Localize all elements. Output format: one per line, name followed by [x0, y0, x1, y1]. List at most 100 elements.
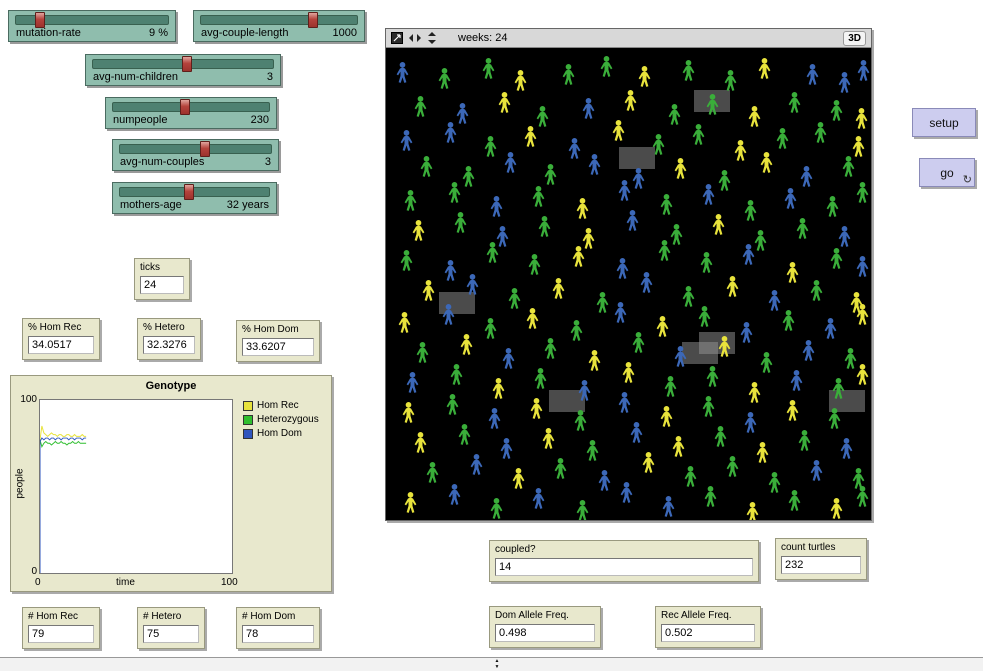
person-turtle: [589, 350, 601, 371]
person-turtle: [467, 274, 479, 295]
person-turtle: [463, 166, 475, 187]
slider-track[interactable]: [119, 187, 270, 197]
person-turtle: [783, 310, 795, 331]
person-turtle: [405, 190, 417, 211]
monitor-value: 34.0517: [28, 336, 94, 354]
monitor-label: count turtles: [781, 542, 861, 553]
person-turtle: [789, 92, 801, 113]
setup-button[interactable]: setup: [912, 108, 976, 137]
monitor-value: 75: [143, 625, 199, 643]
person-turtle: [801, 166, 813, 187]
person-turtle: [633, 332, 645, 353]
slider-avg-couple-length[interactable]: avg-couple-length1000: [193, 10, 365, 42]
person-turtle: [719, 170, 731, 191]
person-turtle: [641, 272, 653, 293]
slider-value: 1000: [333, 27, 357, 39]
person-turtle: [545, 164, 557, 185]
person-turtle: [621, 482, 633, 503]
slider-avg-num-children[interactable]: avg-num-children3: [85, 54, 281, 86]
legend-item-hom-rec: Hom Rec: [243, 400, 319, 411]
slider-track[interactable]: [119, 144, 272, 154]
plot-line: [40, 440, 86, 573]
person-turtle: [445, 122, 457, 143]
couple-box: [549, 390, 585, 412]
person-turtle: [613, 120, 625, 141]
person-turtle: [671, 224, 683, 245]
person-turtle: [485, 318, 497, 339]
person-turtle: [405, 492, 417, 513]
person-turtle: [665, 376, 677, 397]
monitor-count-turtles: count turtles 232: [775, 538, 867, 580]
person-turtle: [657, 316, 669, 337]
monitor-value: 33.6207: [242, 338, 314, 356]
go-button[interactable]: go ↻: [919, 158, 975, 187]
person-turtle: [757, 442, 769, 463]
slider-mothers-age[interactable]: mothers-age32 years: [112, 182, 277, 214]
view-tick-counter: weeks: 24: [458, 32, 508, 44]
person-turtle: [553, 278, 565, 299]
slider-track[interactable]: [92, 59, 274, 69]
person-turtle: [858, 60, 870, 81]
slider-track[interactable]: [112, 102, 270, 112]
person-turtle: [583, 98, 595, 119]
person-turtle: [599, 470, 611, 491]
person-turtle: [401, 130, 413, 151]
person-turtle: [503, 348, 515, 369]
slider-handle[interactable]: [184, 184, 194, 200]
person-turtle: [843, 156, 855, 177]
genotype-plot: Genotype 100 0 people 0 time 100 Hom Rec…: [10, 375, 332, 592]
splitter-grip-icon[interactable]: ▲▼: [489, 658, 505, 670]
monitor-num-hom-dom: # Hom Dom 78: [236, 607, 320, 649]
person-turtle: [533, 186, 545, 207]
monitor-value: 32.3276: [143, 336, 195, 354]
person-turtle: [663, 496, 675, 517]
monitor-pct-hom-dom: % Hom Dom 33.6207: [236, 320, 320, 362]
person-turtle: [851, 292, 863, 313]
monitor-label: # Hom Dom: [242, 611, 314, 622]
slider-handle[interactable]: [35, 12, 45, 28]
person-turtle: [399, 312, 411, 333]
person-turtle: [421, 156, 433, 177]
slider-label: mothers-age: [120, 199, 182, 211]
person-turtle: [825, 318, 837, 339]
resize-view-icon[interactable]: [391, 32, 403, 44]
person-turtle: [683, 286, 695, 307]
slider-value: 3: [265, 156, 271, 168]
person-turtle: [505, 152, 517, 173]
slider-avg-num-couples[interactable]: avg-num-couples3: [112, 139, 279, 171]
slider-track[interactable]: [15, 15, 169, 25]
monitor-label: Rec Allele Freq.: [661, 610, 755, 621]
person-turtle: [401, 250, 413, 271]
horizontal-arrows-icon[interactable]: [408, 33, 422, 43]
legend-swatch-yellow: [243, 401, 253, 411]
person-turtle: [415, 96, 427, 117]
command-center-splitter[interactable]: ▲▼: [0, 657, 983, 671]
slider-track[interactable]: [200, 15, 358, 25]
person-turtle: [487, 242, 499, 263]
person-turtle: [811, 280, 823, 301]
monitor-rec-allele-freq: Rec Allele Freq. 0.502: [655, 606, 761, 648]
couple-box: [619, 147, 655, 169]
slider-handle[interactable]: [308, 12, 318, 28]
slider-handle[interactable]: [180, 99, 190, 115]
monitor-num-hetero: # Hetero 75: [137, 607, 205, 649]
view-3d-button[interactable]: 3D: [843, 31, 866, 46]
monitor-label: ticks: [140, 262, 184, 273]
person-turtle: [857, 486, 869, 507]
world-canvas[interactable]: [386, 48, 871, 520]
person-turtle: [451, 364, 463, 385]
monitor-coupled: coupled? 14: [489, 540, 759, 582]
person-turtle: [471, 454, 483, 475]
slider-numpeople[interactable]: numpeople230: [105, 97, 277, 129]
person-turtle: [673, 436, 685, 457]
person-turtle: [577, 500, 589, 520]
slider-handle[interactable]: [200, 141, 210, 157]
person-turtle: [839, 226, 851, 247]
legend-label: Hom Rec: [257, 400, 299, 411]
slider-mutation-rate[interactable]: mutation-rate9 %: [8, 10, 176, 42]
person-turtle: [619, 180, 631, 201]
person-turtle: [703, 396, 715, 417]
person-turtle: [685, 466, 697, 487]
slider-handle[interactable]: [182, 56, 192, 72]
vertical-arrows-icon[interactable]: [427, 31, 437, 45]
